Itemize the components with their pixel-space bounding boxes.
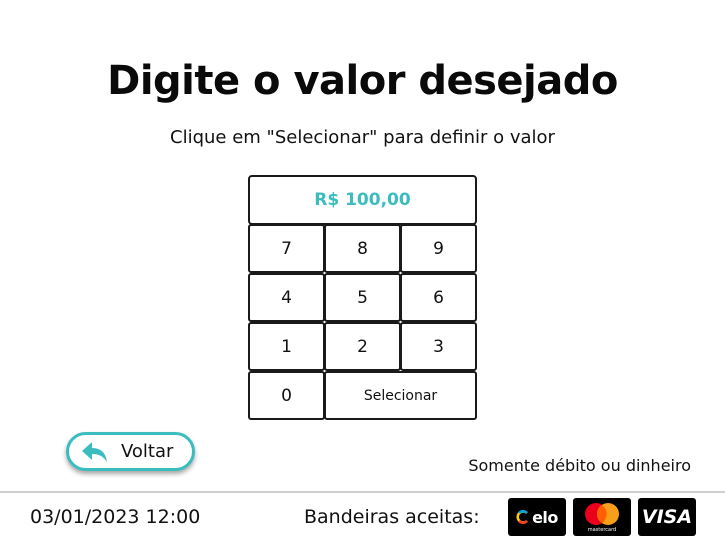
key-8[interactable]: 8 [324, 224, 401, 273]
key-0[interactable]: 0 [248, 371, 325, 420]
elo-logo: elo [508, 498, 566, 536]
key-6[interactable]: 6 [400, 273, 477, 322]
page-title: Digite o valor desejado [107, 58, 618, 104]
datetime: 03/01/2023 12:00 [30, 506, 201, 528]
elo-ring-icon [516, 510, 528, 524]
reply-arrow-icon [82, 441, 107, 462]
payment-notice: Somente débito ou dinheiro [468, 456, 691, 475]
key-4[interactable]: 4 [248, 273, 325, 322]
mastercard-logo: mastercard [573, 498, 631, 536]
visa-logo: VISA [638, 498, 696, 536]
value-display: R$ 100,00 [248, 175, 477, 225]
footer-divider [0, 491, 725, 493]
numeric-keypad: R$ 100,00 7 8 9 4 5 6 1 2 3 0 Selecionar [248, 175, 477, 420]
mastercard-circles-icon [585, 503, 619, 525]
mastercard-caption: mastercard [587, 527, 617, 533]
key-1[interactable]: 1 [248, 322, 325, 371]
page-subtitle: Clique em "Selecionar" para definir o va… [170, 127, 555, 148]
key-9[interactable]: 9 [400, 224, 477, 273]
key-7[interactable]: 7 [248, 224, 325, 273]
key-5[interactable]: 5 [324, 273, 401, 322]
select-button[interactable]: Selecionar [324, 371, 477, 420]
key-3[interactable]: 3 [400, 322, 477, 371]
key-2[interactable]: 2 [324, 322, 401, 371]
elo-logo-text: elo [532, 507, 558, 527]
back-button-label: Voltar [121, 441, 174, 462]
visa-logo-text: VISA [641, 506, 693, 528]
accepted-flags-label: Bandeiras aceitas: [304, 506, 480, 528]
back-button[interactable]: Voltar [66, 432, 195, 471]
